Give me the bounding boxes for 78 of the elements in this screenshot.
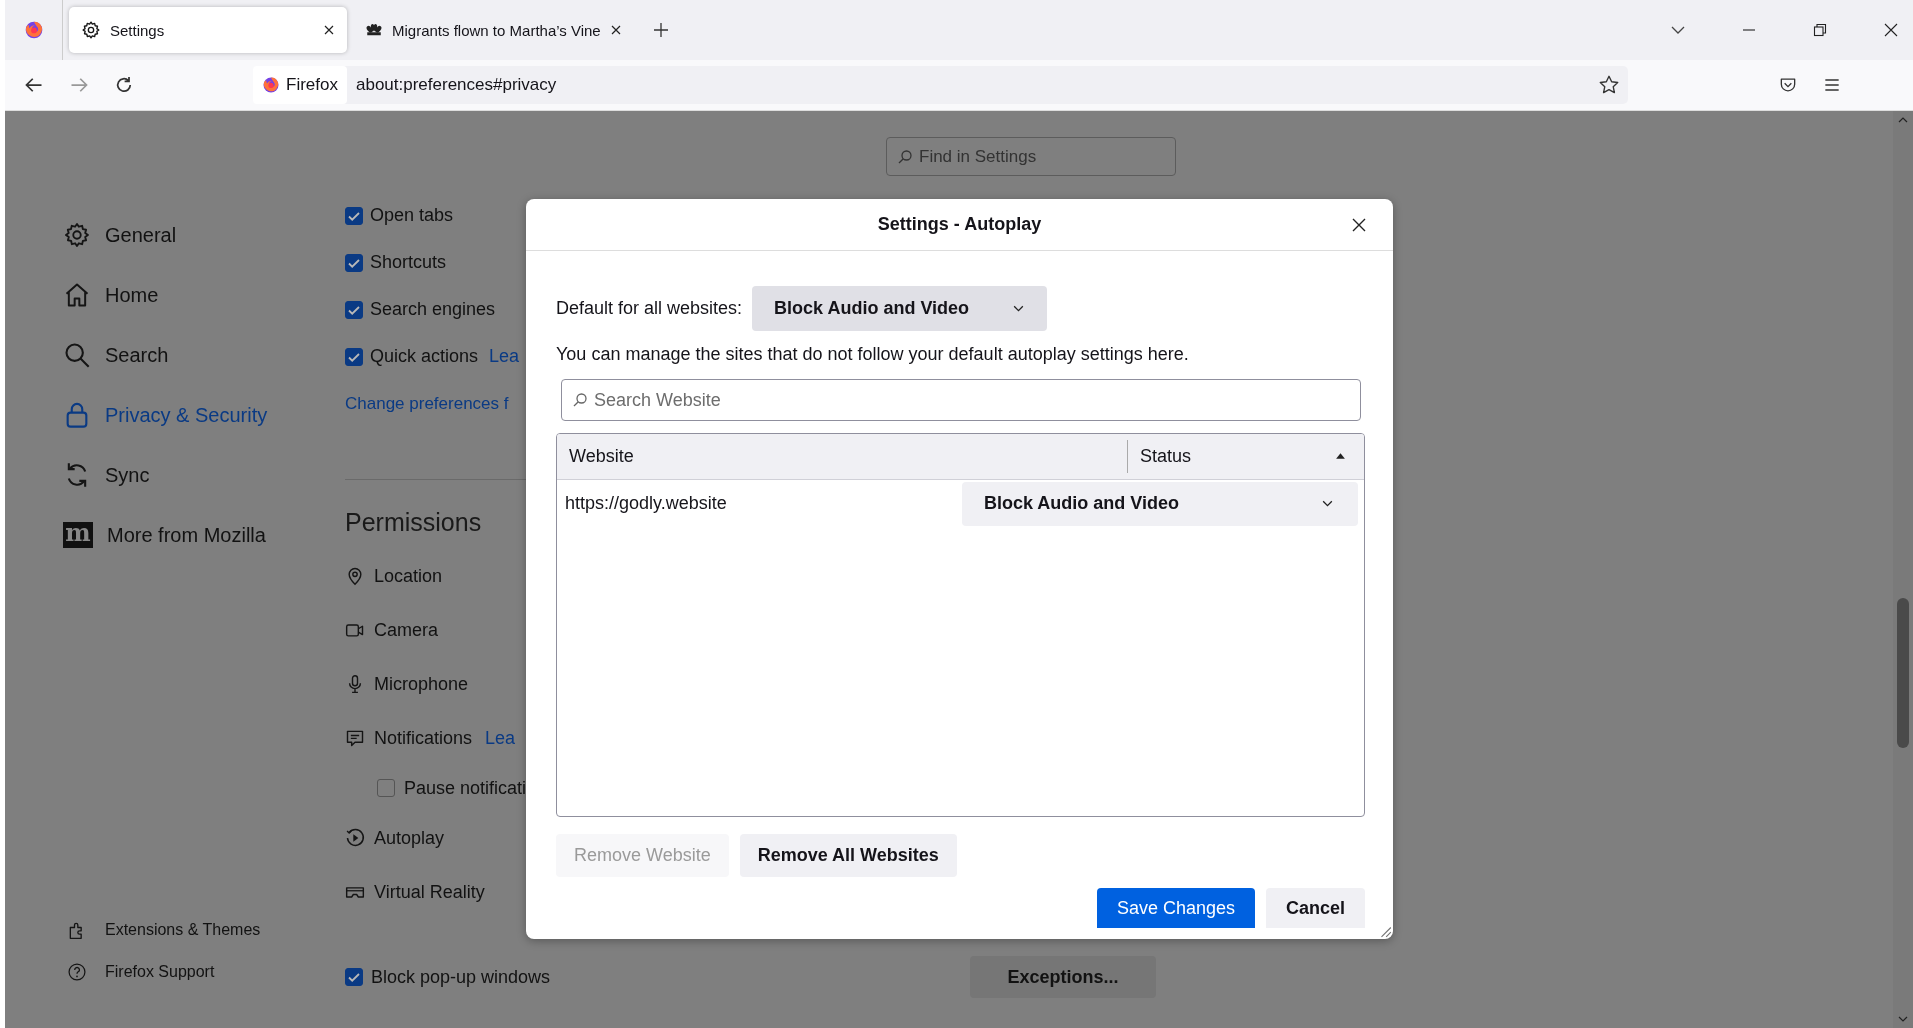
help-icon (67, 962, 87, 982)
permission-label: Autoplay (374, 827, 445, 849)
option-label: Shortcuts (370, 252, 447, 273)
preferences-link[interactable]: Change preferences f (345, 393, 509, 414)
firefox-logo-icon (262, 76, 280, 94)
section-heading: Permissions (345, 508, 483, 537)
remove-button[interactable]: Remove All Websites (739, 834, 957, 877)
scrollbar[interactable] (1893, 111, 1913, 1028)
search-icon (897, 148, 913, 165)
resize-grip-icon[interactable] (1378, 924, 1392, 938)
search-icon (63, 341, 91, 369)
play-circle-icon (345, 828, 365, 848)
field-label: Default for all websites: (556, 298, 743, 319)
home-icon (63, 281, 91, 309)
dialog-title: Settings - Autoplay (877, 214, 1042, 235)
sidebar-item[interactable]: Search (63, 325, 345, 385)
sidebar-link[interactable]: Extensions & Themes (67, 920, 345, 940)
sort-arrow-icon (1335, 451, 1346, 462)
browser-tab[interactable]: Migrants flown to Martha’s Vine (353, 7, 631, 53)
option-label: Open tabs (370, 206, 454, 226)
tab-title: Migrants flown to Martha’s Vine (392, 21, 601, 39)
checkbox[interactable] (345, 206, 363, 225)
search-field[interactable]: Search Website (561, 379, 1361, 421)
close-icon[interactable] (609, 24, 622, 36)
address-bar[interactable]: Firefox about:preferences#privacy (253, 66, 1628, 104)
permission-label: Notifications (374, 727, 473, 749)
close-icon[interactable] (1351, 217, 1367, 233)
sidebar-link[interactable]: Firefox Support (67, 962, 345, 982)
message-bubble-icon (345, 728, 365, 748)
checkbox[interactable] (345, 347, 363, 366)
option-label: Search engines (370, 299, 496, 320)
settings-icon (63, 221, 91, 249)
scroll-down-icon[interactable] (1898, 1014, 1908, 1024)
save-button[interactable]: Save Changes (1096, 888, 1255, 928)
new-tab-icon[interactable] (653, 22, 669, 38)
search-icon (572, 392, 588, 408)
sidebar-item[interactable]: Sync (63, 445, 345, 505)
identity-button[interactable]: Firefox (253, 66, 347, 104)
permission-label: Camera (374, 619, 439, 641)
scroll-up-icon[interactable] (1898, 115, 1908, 125)
url-text: about:preferences#privacy (355, 75, 557, 95)
restore-icon[interactable] (1812, 22, 1828, 38)
option-label: Quick actions (370, 346, 479, 367)
firefox-logo-icon (23, 20, 44, 40)
learn-more-link[interactable]: Lea (489, 346, 520, 367)
exceptions-button[interactable]: Exceptions... (970, 956, 1157, 998)
option-label: Pause notificati (404, 777, 527, 799)
browser-tab[interactable]: Settings (69, 7, 347, 53)
checkbox[interactable] (345, 300, 363, 319)
mozilla-logo: m (63, 522, 93, 548)
permission-label: Microphone (374, 673, 469, 695)
checkbox[interactable] (377, 779, 395, 797)
cancel-button[interactable]: Cancel (1265, 888, 1365, 928)
location-pin-icon (345, 566, 365, 586)
reload-icon[interactable] (114, 75, 134, 95)
column-header[interactable]: Website (557, 440, 1128, 473)
description-text: You can manage the sites that do not follow your default autoplay settings here. (556, 344, 1190, 365)
learn-more-link[interactable]: Lea (485, 727, 516, 749)
close-icon[interactable] (1883, 22, 1899, 38)
permission-label: Virtual Reality (374, 881, 485, 903)
option-label: Block pop-up windows (371, 966, 551, 988)
tab-title: Settings (110, 21, 166, 39)
checkbox[interactable] (345, 968, 363, 986)
search-field[interactable]: Find in Settings (886, 137, 1176, 176)
checkbox[interactable] (345, 253, 363, 272)
sidebar-item[interactable]: Home (63, 265, 345, 325)
sidebar-item[interactable]: m More from Mozilla (63, 505, 345, 565)
settings-icon (81, 20, 101, 40)
permission-label: Location (374, 565, 443, 587)
sidebar-item[interactable]: Privacy & Security (63, 385, 345, 445)
column-header[interactable]: Status (1128, 434, 1364, 479)
sidebar-item[interactable]: General (63, 205, 345, 265)
close-icon[interactable] (323, 24, 335, 36)
dropdown[interactable]: Block Audio and Video (752, 286, 1048, 331)
website-cell: https://godly.website (565, 493, 727, 514)
scrollbar-thumb[interactable] (1897, 598, 1909, 748)
status-dropdown[interactable]: Block Audio and Video (962, 481, 1358, 526)
star-icon[interactable] (1598, 74, 1620, 96)
